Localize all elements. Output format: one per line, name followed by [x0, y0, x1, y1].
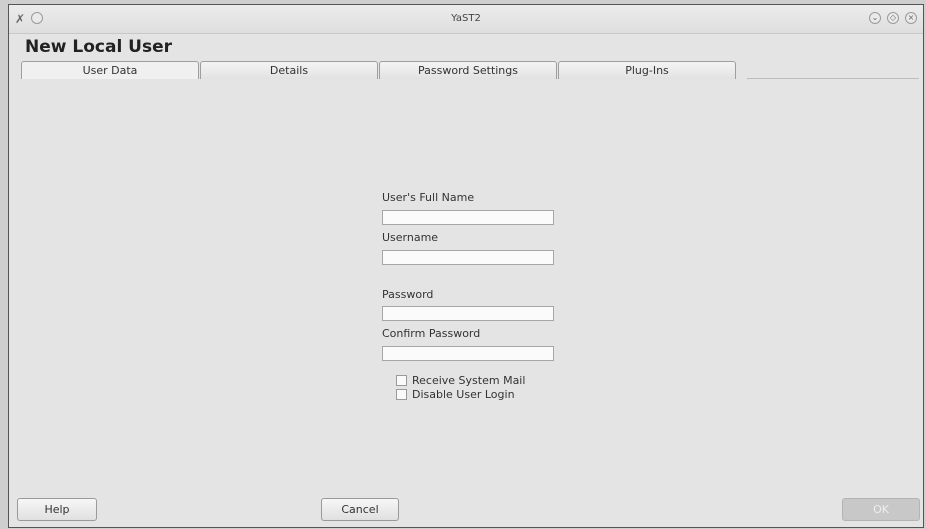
minimize-icon[interactable]: ⌄: [869, 12, 881, 24]
username-input[interactable]: [382, 250, 554, 265]
username-label: Username: [382, 231, 439, 244]
confirm-password-input[interactable]: [382, 346, 554, 361]
password-label: Password: [382, 288, 434, 301]
tab-divider: [747, 78, 919, 79]
receive-mail-label: Receive System Mail: [412, 374, 526, 387]
confirm-password-label: Confirm Password: [382, 327, 481, 340]
ok-button[interactable]: OK: [842, 498, 920, 521]
full-name-input[interactable]: [382, 210, 554, 225]
disable-login-label: Disable User Login: [412, 388, 515, 401]
yast-window: ✗ YaST2 ⌄ ◇ × New Local User User Data D…: [8, 4, 924, 528]
window-title: YaST2: [451, 13, 481, 24]
maximize-icon[interactable]: ◇: [887, 12, 899, 24]
dialog-title: New Local User: [25, 37, 173, 57]
title-bar: ✗ YaST2 ⌄ ◇ ×: [9, 5, 923, 34]
receive-mail-checkbox[interactable]: [396, 375, 407, 386]
password-input[interactable]: [382, 306, 554, 321]
close-icon[interactable]: ×: [905, 12, 917, 24]
tab-password-settings[interactable]: Password Settings: [379, 61, 557, 79]
cancel-button[interactable]: Cancel: [321, 498, 399, 521]
help-button[interactable]: Help: [17, 498, 97, 521]
tab-user-data[interactable]: User Data: [21, 61, 199, 79]
full-name-label: User's Full Name: [382, 191, 475, 204]
tab-details[interactable]: Details: [200, 61, 378, 79]
tab-plug-ins[interactable]: Plug-Ins: [558, 61, 736, 79]
disable-login-checkbox[interactable]: [396, 389, 407, 400]
